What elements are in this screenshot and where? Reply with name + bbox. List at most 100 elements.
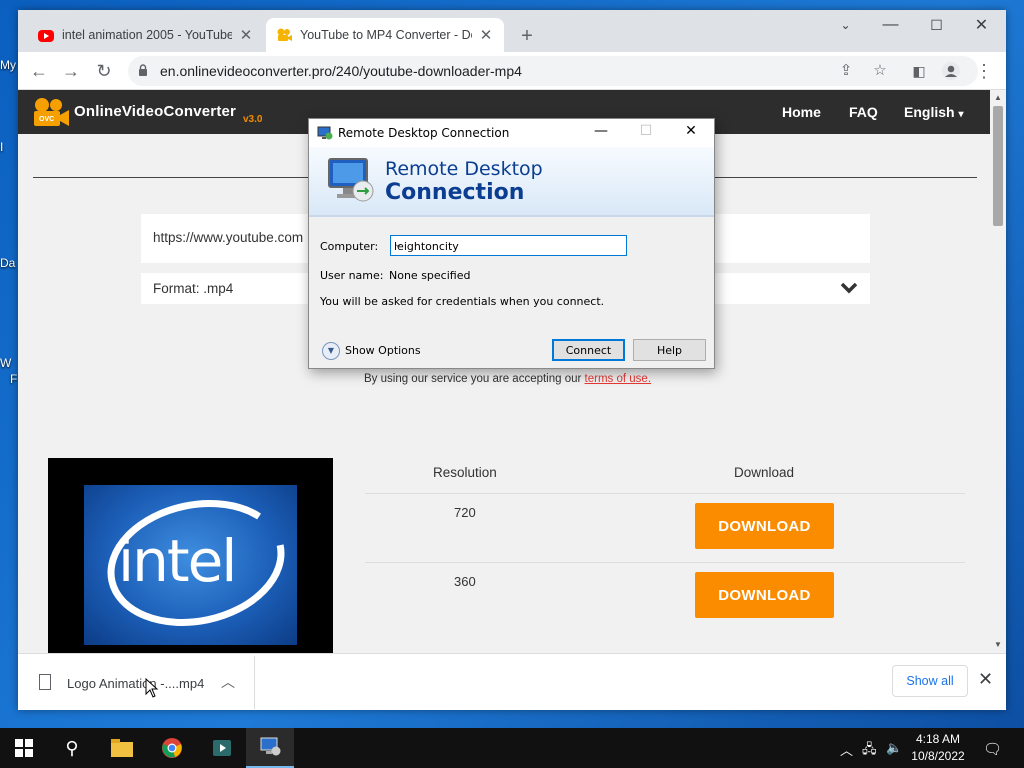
nav-home-link[interactable]: Home [782,104,821,120]
volume-icon[interactable]: 🔈 [886,740,902,756]
chevron-down-icon[interactable]: ⌄ [394,239,622,250]
side-panel-icon[interactable]: ◧ [906,58,932,84]
download-header: Download [734,465,795,480]
terms-link[interactable]: terms of use. [585,373,651,385]
help-button[interactable]: Help [633,339,706,361]
rdp-taskbar-icon[interactable] [246,728,294,768]
caret-down-icon: ▾ [958,109,964,120]
banner-line1: Remote Desktop [385,158,543,180]
new-tab-icon[interactable]: + [514,23,540,49]
tab-search-icon[interactable]: ⌄ [823,10,868,40]
username-label: User name: [320,269,384,282]
dialog-title: Remote Desktop Connection [338,126,510,140]
intel-logo-image: intel [84,485,297,645]
resolution-header: Resolution [433,465,497,480]
close-window-icon[interactable]: ✕ [959,10,1004,40]
youtube-icon [38,30,54,42]
search-icon[interactable]: ⚲ [48,728,96,768]
chrome-icon[interactable] [148,728,196,768]
scroll-thumb[interactable] [993,106,1003,226]
resolution-cell: 720 [454,505,476,520]
dialog-banner: Remote Desktop Connection [309,147,714,217]
intel-logo-text: intel [118,527,237,595]
desktop-icon-label[interactable]: I [0,140,20,154]
file-explorer-icon[interactable] [98,728,146,768]
clock-date[interactable]: 10/8/2022 [910,749,966,763]
terms-notice: By using our service you are accepting o… [364,373,651,385]
language-label: English [904,104,955,120]
show-options-link[interactable]: Show Options [345,344,421,357]
bookmark-star-icon[interactable]: ☆ [870,61,890,81]
resolution-cell: 360 [454,574,476,589]
logo-badge: OVC [39,116,55,123]
format-value: Format: .mp4 [153,281,234,296]
dialog-titlebar[interactable]: Remote Desktop Connection — ☐ ✕ [309,119,714,147]
media-app-icon[interactable] [198,728,246,768]
banner-line2: Connection [385,180,525,205]
address-bar[interactable]: en.onlinevideoconverter.pro/240/youtube-… [128,56,978,86]
tab-youtube[interactable]: intel animation 2005 - YouTube ✕ [28,18,264,52]
minimize-icon[interactable]: — [586,123,616,143]
page-scrollbar[interactable]: ▲ ▼ [990,90,1006,653]
nav-language-link[interactable]: English ▾ [904,104,963,120]
connect-button[interactable]: Connect [552,339,625,361]
table-divider [365,493,965,494]
scroll-down-icon[interactable]: ▼ [994,640,1002,649]
lock-icon [139,64,147,76]
scroll-up-icon[interactable]: ▲ [994,93,1002,102]
close-icon[interactable]: ✕ [478,26,494,44]
chevron-down-icon[interactable]: ▼ [322,342,340,360]
username-value: None specified [389,269,471,282]
share-icon[interactable]: ⇪ [836,61,856,81]
close-icon[interactable]: ✕ [676,123,706,143]
download-button-720[interactable]: DOWNLOAD [695,503,834,549]
address-text[interactable]: en.onlinevideoconverter.pro/240/youtube-… [160,63,522,79]
notification-icon[interactable]: 🗨 [983,740,1002,758]
site-version: v3.0 [243,114,263,125]
taskbar: ⚲ ︿ 🖧 🔈 4:18 AM 10/8/2022 🗨 [0,728,1024,768]
tab-strip: intel animation 2005 - YouTube ✕ YouTube… [18,10,1006,52]
nav-faq-link[interactable]: FAQ [849,104,878,120]
back-icon[interactable]: ← [26,58,52,84]
download-bar: Logo Animation -....mp4 ︿ Show all ✕ [18,653,1006,710]
chevron-up-icon[interactable]: ︿ [221,672,235,692]
computer-label: Computer: [320,240,379,253]
computer-combobox[interactable]: leightoncity ⌄ [390,235,627,256]
close-icon[interactable]: ✕ [238,26,254,44]
menu-kebab-icon[interactable]: ⋮ [971,58,997,84]
terms-text: By using our service you are accepting o… [364,373,582,385]
tab-title: intel animation 2005 - YouTube [62,28,232,42]
download-button-360[interactable]: DOWNLOAD [695,572,834,618]
logo-camera-icon[interactable] [32,96,70,128]
windows-logo-icon [15,739,33,757]
chevron-down-icon [840,282,858,294]
tab-title: YouTube to MP4 Converter - Do [300,28,472,42]
site-logo-text[interactable]: OnlineVideoConverter [74,103,236,120]
remote-desktop-dialog: Remote Desktop Connection — ☐ ✕ Remote D… [308,118,715,369]
table-divider [365,562,965,563]
reload-icon[interactable]: ↻ [91,58,117,84]
url-value: https://www.youtube.com [153,230,304,245]
show-all-button[interactable]: Show all [892,665,968,697]
network-icon[interactable]: 🖧 [862,740,877,762]
profile-avatar[interactable] [938,58,964,84]
rdp-app-icon [317,126,333,140]
start-button[interactable] [0,728,48,768]
close-icon[interactable]: ✕ [978,669,993,690]
tab-converter[interactable]: YouTube to MP4 Converter - Do ✕ [266,18,504,52]
clock-time[interactable]: 4:18 AM [910,732,966,746]
browser-toolbar: ← → ↻ en.onlinevideoconverter.pro/240/yo… [18,52,1006,90]
credentials-info: You will be asked for credentials when y… [320,295,605,308]
minimize-icon[interactable]: — [868,10,913,40]
maximize-icon[interactable]: ☐ [914,10,959,40]
maximize-icon: ☐ [639,123,653,139]
download-filename: Logo Animation -....mp4 [67,676,205,691]
rdp-monitor-icon [328,158,374,202]
desktop-icon-label[interactable]: Da [0,256,20,270]
chevron-up-icon[interactable]: ︿ [840,740,853,759]
desktop-icon-label[interactable]: My [0,58,20,72]
desktop-icon-label[interactable]: W [0,356,20,370]
video-thumbnail[interactable]: intel [48,458,333,653]
forward-icon[interactable]: → [58,58,84,84]
download-item[interactable]: Logo Animation -....mp4 ︿ [21,656,255,709]
